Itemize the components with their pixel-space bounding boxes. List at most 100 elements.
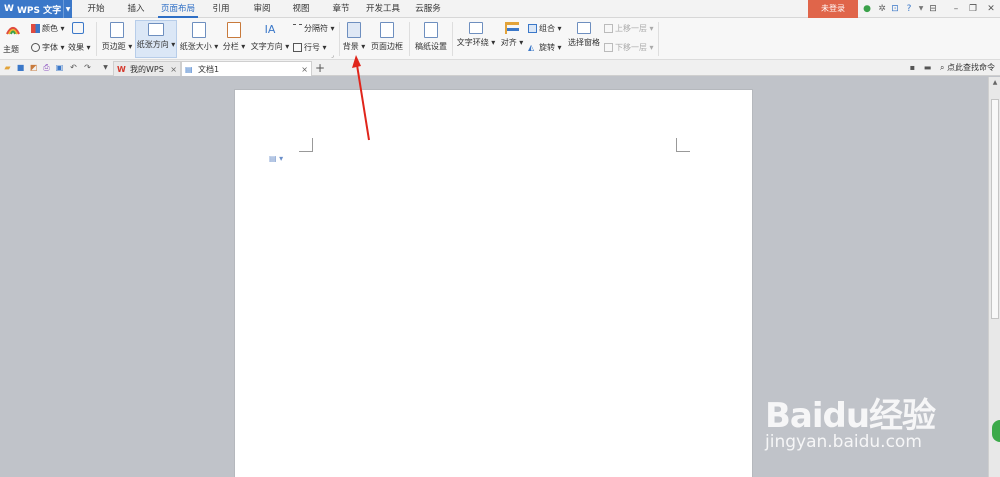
rotate-button[interactable]: ◭ 旋转 ▾ <box>528 42 562 53</box>
chevron-down-icon[interactable]: ▼ <box>63 0 72 18</box>
tab-page-layout[interactable]: 页面布局 <box>158 0 198 18</box>
font-button[interactable]: 字体 ▾ <box>31 42 65 53</box>
text-direction-label: 文字方向 <box>250 42 283 51</box>
tab-developer[interactable]: 开发工具 <box>363 0 403 18</box>
print-preview-icon[interactable]: ▣ <box>55 63 64 72</box>
close-tab-icon[interactable]: × <box>170 62 177 77</box>
tab-insert[interactable]: 插入 <box>122 0 150 18</box>
scroll-up-icon[interactable]: ▲ <box>990 78 1000 87</box>
paper-size-button[interactable]: 纸张大小 ▾ <box>178 20 220 58</box>
align-button[interactable]: 对齐 ▾ <box>499 20 525 58</box>
command-search[interactable]: ⌕ 点此查找命令 <box>940 62 995 74</box>
page-border-icon <box>380 22 394 38</box>
save-as-icon[interactable]: ◩ <box>29 63 38 72</box>
text-wrap-button[interactable]: 文字环绕 ▾ <box>455 20 497 58</box>
align-icon <box>505 22 519 34</box>
text-direction-button[interactable]: IA 文字方向 ▾ <box>249 20 291 58</box>
send-backward-button[interactable]: 下移一层 ▾ <box>604 42 654 53</box>
columns-button[interactable]: 分栏 ▾ <box>221 20 247 58</box>
group-button[interactable]: 组合 ▾ <box>528 23 562 34</box>
manuscript-label: 稿纸设置 <box>415 42 447 51</box>
effect-button[interactable]: 效果 ▾ <box>68 42 91 53</box>
help-icon[interactable]: ? <box>904 4 914 14</box>
restore-ribbon-icon[interactable]: ⊟ <box>926 2 940 16</box>
ribbon-divider <box>409 22 410 56</box>
rotate-label: 旋转 <box>539 43 555 52</box>
tab-chapter[interactable]: 章节 <box>327 0 355 18</box>
line-numbers-icon <box>293 43 302 52</box>
send-backward-icon <box>604 43 613 52</box>
theme-button[interactable]: 主题 <box>2 20 24 58</box>
group-icon <box>528 24 537 33</box>
tab-view[interactable]: 视图 <box>287 0 315 18</box>
watermark-url: jingyan.baidu.com <box>765 432 922 452</box>
keyboard-icon[interactable]: ▬ <box>923 63 932 72</box>
paste-options-icon[interactable]: ▤ ▾ <box>269 154 283 163</box>
columns-icon <box>227 22 241 38</box>
separator-icon <box>293 24 302 33</box>
print-icon[interactable]: ⎙ <box>42 63 51 72</box>
wps-logo-icon: W <box>4 4 14 14</box>
floating-assistant-button[interactable] <box>992 420 1000 442</box>
tab-label: 我的WPS <box>130 65 164 74</box>
maximize-icon[interactable]: ❐ <box>966 2 980 16</box>
ribbon-divider <box>452 22 453 56</box>
align-label: 对齐 <box>500 38 517 47</box>
tab-document1[interactable]: ▤ 文档1 × <box>181 61 312 76</box>
line-numbers-label: 行号 <box>304 43 320 52</box>
margins-label: 页边距 <box>101 42 126 51</box>
ribbon-toolbar: 主题 颜色 ▾ 字体 ▾ 效果 ▾ 页边距 ▾ 纸张方向 ▾ 纸张大小 ▾ 分栏… <box>0 18 1000 60</box>
document-page[interactable]: ▤ ▾ <box>234 89 753 477</box>
message-icon[interactable]: ▪ <box>908 63 917 72</box>
redo-icon[interactable]: ↷ <box>83 63 92 72</box>
tab-my-wps[interactable]: W 我的WPS × <box>113 61 181 76</box>
bring-forward-button[interactable]: 上移一层 ▾ <box>604 23 654 34</box>
login-button[interactable]: 未登录 <box>808 0 858 18</box>
search-icon: ⌕ <box>940 63 945 72</box>
color-button[interactable]: 颜色 ▾ <box>31 23 65 34</box>
settings-icon[interactable]: ✲ <box>877 4 887 14</box>
page-setup-launcher-icon[interactable]: ⌟ <box>331 52 334 59</box>
group-label: 组合 <box>539 24 555 33</box>
selection-pane-button[interactable]: 选择窗格 <box>566 20 602 58</box>
vertical-scrollbar[interactable]: ▲ <box>988 77 1000 477</box>
manuscript-setup-button[interactable]: 稿纸设置 <box>413 20 449 58</box>
new-tab-button[interactable]: + <box>315 61 325 75</box>
tab-references[interactable]: 引用 <box>207 0 235 18</box>
selection-pane-icon <box>577 22 591 34</box>
selection-pane-label: 选择窗格 <box>568 38 600 47</box>
tab-home[interactable]: 开始 <box>82 0 110 18</box>
save-icon[interactable]: ■ <box>16 63 25 72</box>
open-icon[interactable]: ▰ <box>3 63 12 72</box>
help-dropdown-icon[interactable]: ▼ <box>916 4 926 14</box>
manuscript-icon <box>424 22 438 38</box>
tab-cloud[interactable]: 云服务 <box>410 0 446 18</box>
minimize-icon[interactable]: – <box>949 2 963 16</box>
app-menu-button[interactable]: W WPS 文字 ▼ <box>0 0 72 18</box>
scroll-thumb[interactable] <box>991 99 999 319</box>
close-tab-icon[interactable]: × <box>301 62 308 77</box>
margins-button[interactable]: 页边距 ▾ <box>100 20 134 58</box>
theme-label: 主题 <box>3 45 19 54</box>
skin-icon[interactable]: ● <box>862 4 872 14</box>
tab-review[interactable]: 审阅 <box>248 0 276 18</box>
separator-label: 分隔符 <box>304 24 328 33</box>
effect-icon[interactable] <box>72 22 84 34</box>
wps-icon: W <box>117 65 126 74</box>
line-numbers-button[interactable]: 行号 ▾ <box>293 42 327 53</box>
annotation-arrow <box>352 55 370 141</box>
orientation-icon <box>148 23 164 36</box>
font-icon <box>31 43 40 52</box>
orientation-button[interactable]: 纸张方向 ▾ <box>135 20 177 58</box>
customize-dropdown-icon[interactable]: ▼ <box>101 63 110 72</box>
columns-label: 分栏 <box>222 42 239 51</box>
document-icon: ▤ <box>185 65 193 74</box>
quick-access-bar: ▰ ■ ◩ ⎙ ▣ ↶ ↷ ▼ W 我的WPS × ▤ 文档1 × + ▪ ▬ … <box>0 60 1000 76</box>
tab-label: 文档1 <box>198 65 220 74</box>
share-icon[interactable]: ⊡ <box>890 4 900 14</box>
ribbon-divider <box>658 22 659 56</box>
bring-forward-icon <box>604 24 613 33</box>
close-icon[interactable]: ✕ <box>984 2 998 16</box>
separator-button[interactable]: 分隔符 ▾ <box>293 23 335 34</box>
undo-icon[interactable]: ↶ <box>69 63 78 72</box>
